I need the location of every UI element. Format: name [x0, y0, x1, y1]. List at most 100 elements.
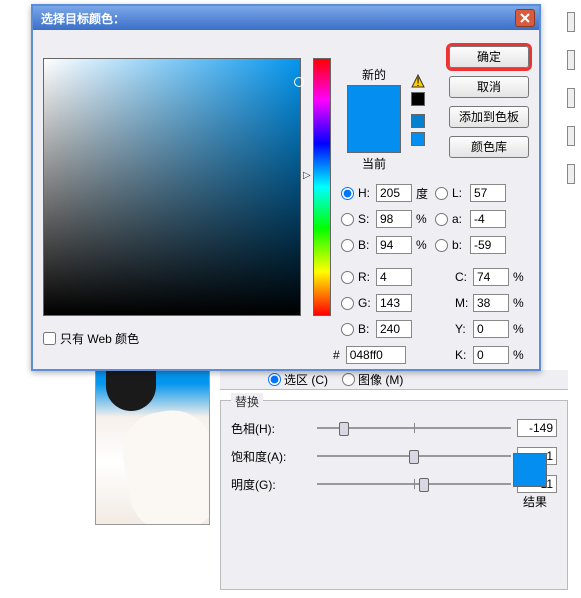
bg-rect — [567, 88, 575, 108]
light-slider[interactable] — [317, 475, 511, 493]
hex-label: # — [333, 348, 340, 362]
hex-input[interactable]: 048ff0 — [346, 346, 406, 364]
a-input[interactable]: -4 — [470, 210, 506, 228]
h-unit: 度 — [416, 185, 432, 202]
hex-row: # 048ff0 — [333, 346, 406, 364]
m-unit: % — [513, 296, 529, 310]
light-label: 明度(G): — [231, 476, 311, 493]
s-row: S: 98% — [341, 206, 432, 232]
lb-radio[interactable] — [435, 239, 448, 252]
sat-slider[interactable] — [317, 447, 511, 465]
hue-strip[interactable] — [313, 58, 331, 316]
replace-legend: 替换 — [231, 393, 263, 410]
L-row: L: 57 — [435, 180, 506, 206]
s-unit: % — [416, 212, 432, 226]
g-label: G: — [358, 296, 372, 310]
titlebar[interactable]: 选择目标颜色： — [33, 6, 539, 30]
lb-row: b: -59 — [435, 232, 506, 258]
g-radio[interactable] — [341, 297, 354, 310]
gamut-swatch[interactable] — [411, 92, 425, 106]
g-row: G: 143 — [341, 290, 432, 316]
s-radio[interactable] — [341, 213, 354, 226]
bg-rect — [567, 50, 575, 70]
color-picker-dialog: 选择目标颜色： ▷ 新的 当前 ! 确定 取消 添加到色板 颜色库 H:20 — [31, 4, 541, 371]
hue-label: 色相(H): — [231, 420, 311, 437]
web-only-input[interactable] — [43, 332, 56, 345]
result-swatch[interactable] — [513, 453, 547, 487]
current-label: 当前 — [347, 155, 401, 172]
color-libraries-button[interactable]: 颜色库 — [449, 136, 529, 158]
radio-selection[interactable]: 选区 (C) — [268, 371, 328, 388]
preview-swatch[interactable] — [347, 85, 401, 153]
bg-rect — [567, 164, 575, 184]
color-preview: 新的 当前 — [347, 66, 401, 172]
m-input[interactable]: 38 — [473, 294, 509, 312]
r-input[interactable]: 4 — [376, 268, 412, 286]
add-swatches-button[interactable]: 添加到色板 — [449, 106, 529, 128]
s-input[interactable]: 98 — [376, 210, 412, 228]
r-row: R: 4 — [341, 264, 432, 290]
b-radio[interactable] — [341, 239, 354, 252]
a-label: a: — [452, 212, 466, 226]
k-row: K:0% — [455, 342, 529, 368]
c-unit: % — [513, 270, 529, 284]
y-unit: % — [513, 322, 529, 336]
radio-selection-input[interactable] — [268, 373, 281, 386]
result-label: 结果 — [523, 493, 547, 510]
c-row: C: 74% — [455, 264, 529, 290]
c-label: C: — [455, 270, 469, 284]
a-radio[interactable] — [435, 213, 448, 226]
hue-value[interactable]: -149 — [517, 419, 557, 437]
close-icon — [520, 13, 530, 23]
s-label: S: — [358, 212, 372, 226]
h-radio[interactable] — [341, 187, 354, 200]
new-label: 新的 — [347, 66, 401, 83]
hue-row: 色相(H): -149 — [231, 419, 557, 437]
k-unit: % — [513, 348, 529, 362]
websafe-swatch[interactable] — [411, 132, 425, 146]
h-input[interactable]: 205 — [376, 184, 412, 202]
hue-pointer-icon: ▷ — [303, 170, 311, 181]
light-row: 明度(G): +11 — [231, 475, 557, 493]
color-field-cursor — [294, 77, 304, 87]
close-button[interactable] — [515, 9, 535, 27]
r-label: R: — [358, 270, 372, 284]
b-unit: % — [416, 238, 432, 252]
m-row: M:38% — [455, 290, 529, 316]
web-only-checkbox[interactable]: 只有 Web 颜色 — [43, 330, 139, 347]
dialog-title: 选择目标颜色： — [41, 10, 125, 27]
b-input[interactable]: 94 — [376, 236, 412, 254]
lb-label: b: — [452, 238, 466, 252]
k-input[interactable]: 0 — [473, 346, 509, 364]
r-radio[interactable] — [341, 271, 354, 284]
color-field[interactable] — [43, 58, 301, 316]
websafe-warning-icon[interactable] — [411, 114, 425, 128]
sat-label: 饱和度(A): — [231, 448, 311, 465]
radio-image-input[interactable] — [342, 373, 355, 386]
a-row: a: -4 — [435, 206, 506, 232]
hue-slider[interactable] — [317, 419, 511, 437]
L-label: L: — [452, 186, 466, 200]
cancel-button[interactable]: 取消 — [449, 76, 529, 98]
bl-radio[interactable] — [341, 323, 354, 336]
gamut-warning-icon[interactable]: ! — [411, 74, 425, 88]
y-label: Y: — [455, 322, 469, 336]
radio-image[interactable]: 图像 (M) — [342, 371, 403, 388]
ok-button[interactable]: 确定 — [449, 46, 529, 68]
bl-label: B: — [358, 322, 372, 336]
L-input[interactable]: 57 — [470, 184, 506, 202]
h-label: H: — [358, 186, 372, 200]
y-input[interactable]: 0 — [473, 320, 509, 338]
h-row: H: 205度 — [341, 180, 432, 206]
preview-mode-row: 选区 (C) 图像 (M) — [220, 370, 568, 390]
y-row: Y: 0% — [455, 316, 529, 342]
lb-input[interactable]: -59 — [470, 236, 506, 254]
bl-input[interactable]: 240 — [376, 320, 412, 338]
radio-image-label: 图像 (M) — [358, 371, 403, 388]
g-input[interactable]: 143 — [376, 294, 412, 312]
web-only-label: 只有 Web 颜色 — [60, 330, 139, 347]
bg-rect — [567, 12, 575, 32]
L-radio[interactable] — [435, 187, 448, 200]
c-input[interactable]: 74 — [473, 268, 509, 286]
b-label: B: — [358, 238, 372, 252]
